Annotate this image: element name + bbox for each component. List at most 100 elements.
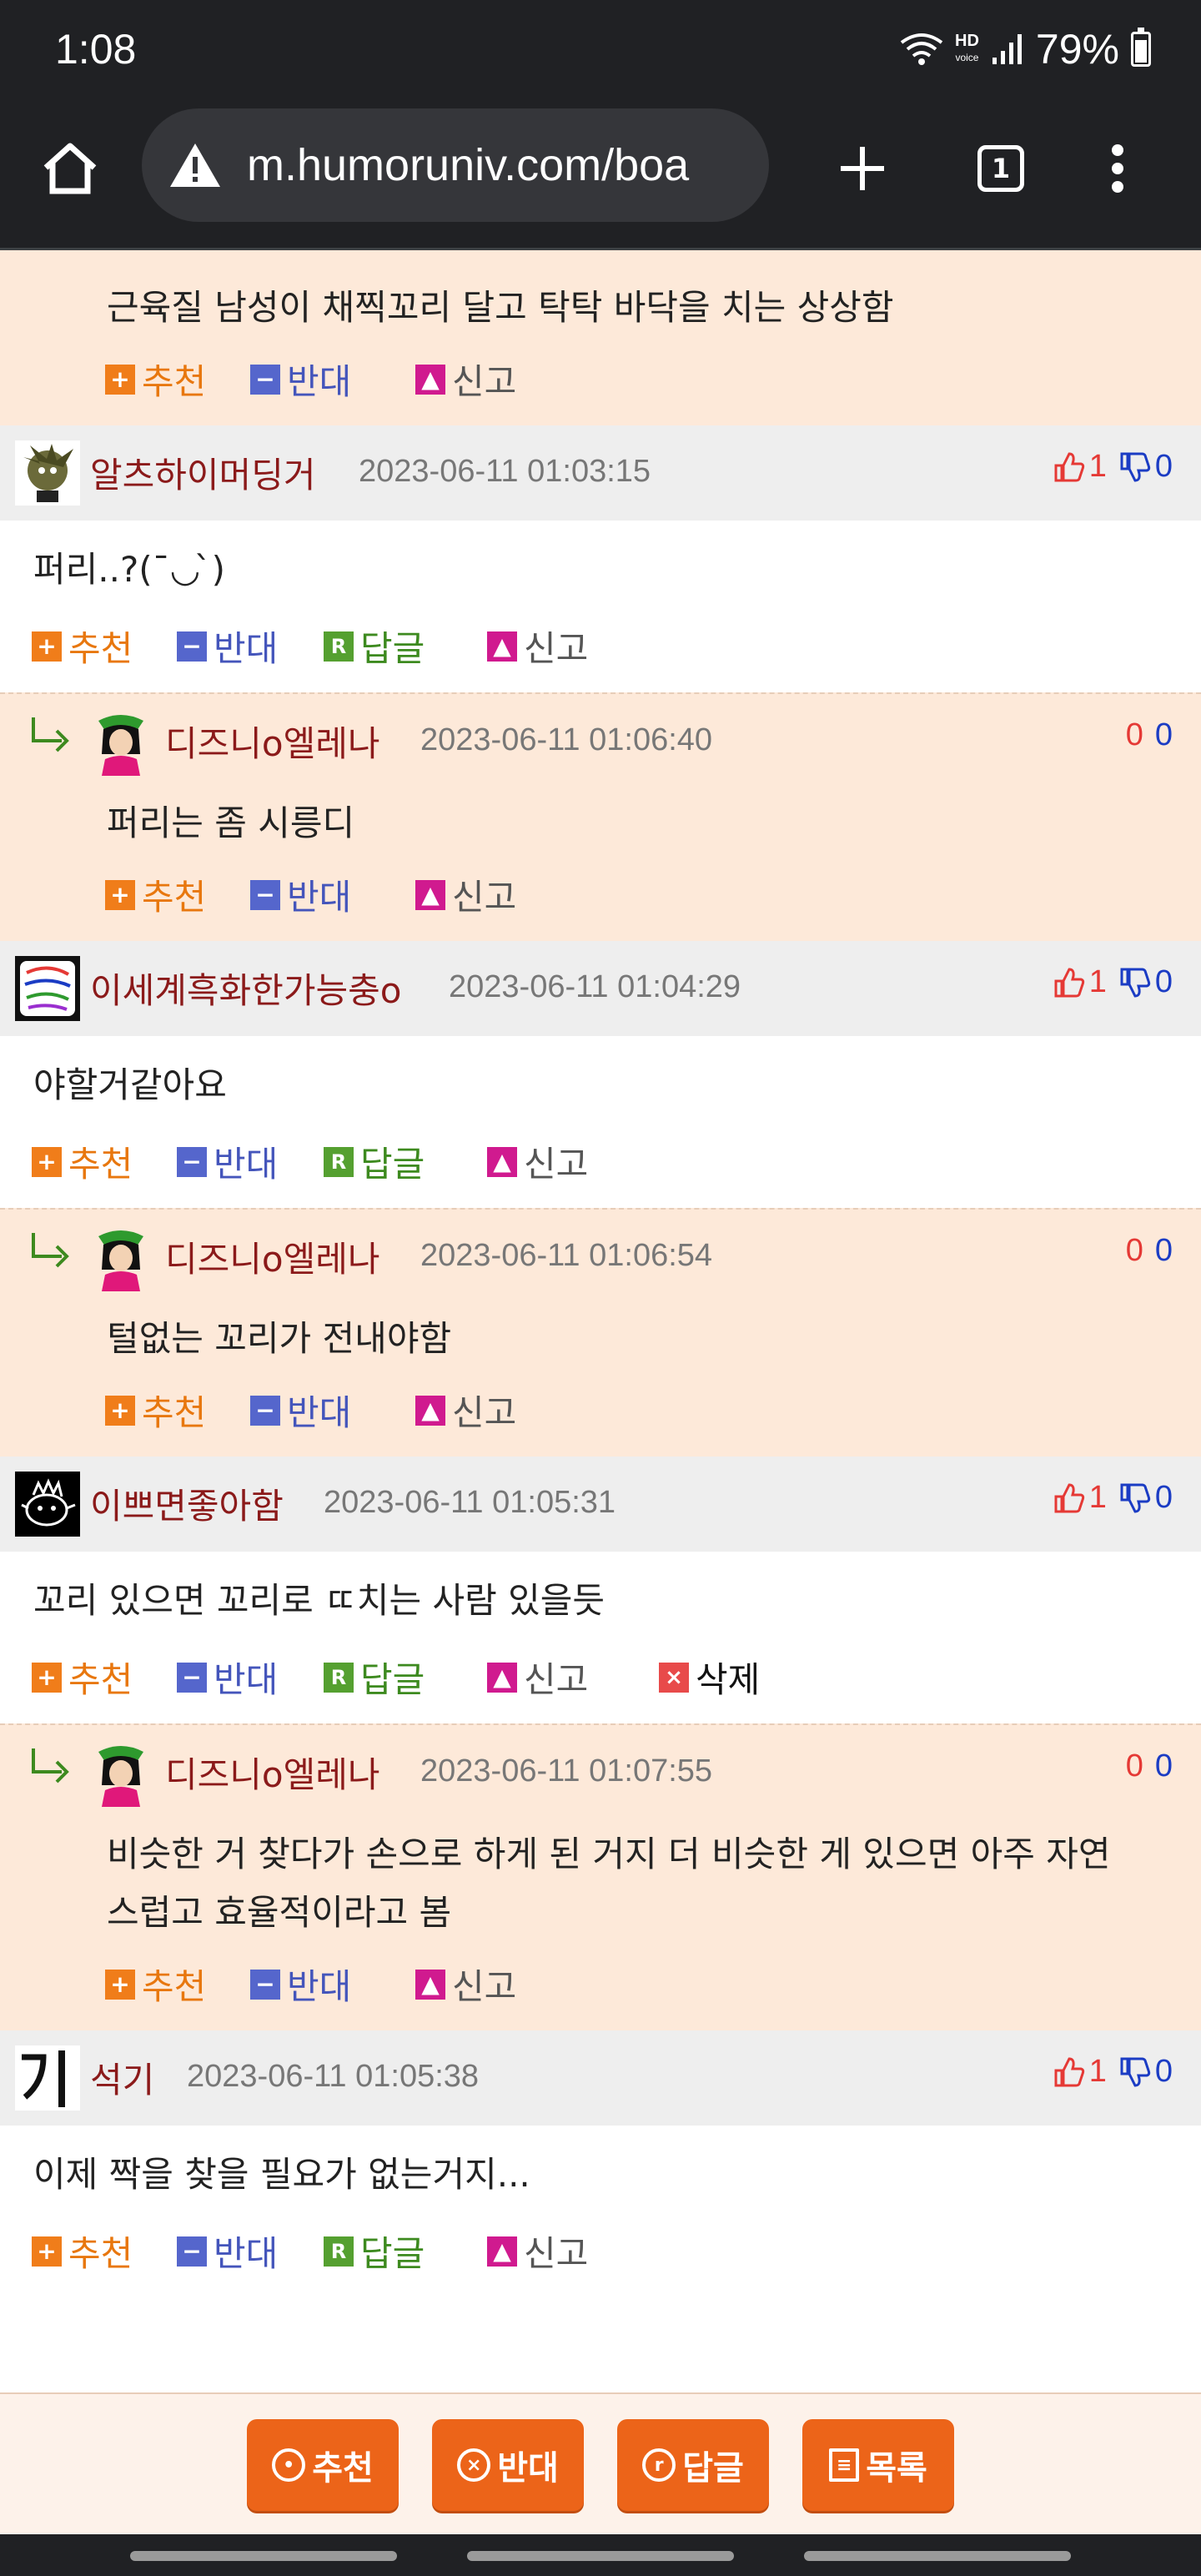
reply-button[interactable]: R 답글 bbox=[324, 1136, 425, 1187]
recommend-button[interactable]: + 추천 bbox=[105, 354, 206, 405]
oppose-button[interactable]: − 반대 bbox=[250, 1959, 351, 2010]
recommend-button[interactable]: + 추천 bbox=[105, 1959, 206, 2010]
avatar[interactable] bbox=[92, 1228, 150, 1291]
comment-date: 2023-06-11 01:03:15 bbox=[359, 454, 651, 489]
comment-item: 알츠하이머딩거 2023-06-11 01:03:15 1 0 퍼리..?(¯◡… bbox=[0, 425, 1201, 692]
recommend-button[interactable]: + 추천 bbox=[32, 1136, 133, 1187]
recommend-button[interactable]: + 추천 bbox=[32, 621, 133, 672]
comment-date: 2023-06-11 01:04:29 bbox=[449, 969, 741, 1004]
reply-label: 답글 bbox=[360, 1659, 425, 1700]
recommend-label: 추천 bbox=[142, 1966, 207, 2007]
avatar[interactable] bbox=[15, 956, 80, 1021]
comment-nickname[interactable]: 이쁘면좋아함 bbox=[90, 1478, 284, 1529]
comment-list: 근육질 남성이 채찍꼬리 달고 탁탁 바닥을 치는 상상함 + 추천 − 반대 ▲ 신… bbox=[0, 250, 1201, 2297]
home-icon bbox=[43, 143, 97, 194]
report-button[interactable]: ▲ 신고 bbox=[487, 2226, 588, 2277]
oppose-button[interactable]: − 반대 bbox=[177, 2226, 278, 2277]
menu-button[interactable] bbox=[1084, 135, 1151, 202]
report-button[interactable]: ▲ 신고 bbox=[487, 1652, 588, 1703]
reply-icon: R bbox=[324, 631, 354, 662]
report-button[interactable]: ▲ 신고 bbox=[487, 621, 588, 672]
oppose-label: 반대 bbox=[287, 877, 352, 918]
oppose-button[interactable]: − 반대 bbox=[177, 1652, 278, 1703]
delete-icon: × bbox=[659, 1662, 689, 1693]
tab-switcher-button[interactable]: 1 bbox=[967, 135, 1034, 202]
bottom-reply-button[interactable]: r 답글 bbox=[617, 2419, 769, 2511]
avatar[interactable] bbox=[15, 1472, 80, 1537]
bottom-list-button[interactable]: ≡ 목록 bbox=[802, 2419, 954, 2511]
reply-nickname[interactable]: 디즈니o엘레나 bbox=[165, 1747, 380, 1798]
upvote-count: 1 bbox=[1088, 449, 1107, 484]
delete-button[interactable]: × 삭제 bbox=[659, 1652, 760, 1703]
avatar[interactable] bbox=[92, 712, 150, 776]
plus-icon: + bbox=[32, 631, 62, 662]
report-button[interactable]: ▲ 신고 bbox=[415, 1385, 516, 1436]
recommend-button[interactable]: + 추천 bbox=[105, 869, 206, 920]
comment-date: 2023-06-11 01:05:38 bbox=[187, 2059, 480, 2094]
status-time: 1:08 bbox=[55, 26, 137, 73]
minus-icon: − bbox=[177, 1662, 207, 1693]
vote-counts: 0 0 bbox=[1126, 717, 1173, 753]
oppose-button[interactable]: − 반대 bbox=[250, 354, 351, 405]
report-button[interactable]: ▲ 신고 bbox=[415, 869, 516, 920]
bottom-oppose-label: 반대 bbox=[497, 2449, 559, 2488]
reply-actions: + 추천 − 반대 ▲ 신고 bbox=[0, 853, 1201, 941]
reply-header: 디즈니o엘레나 2023-06-11 01:07:55 0 0 bbox=[0, 1725, 1201, 1817]
comment-nickname[interactable]: 석기 bbox=[90, 2052, 154, 2103]
thumbs-up-icon bbox=[1054, 967, 1084, 997]
comment-actions: + 추천 − 반대 R 답글 ▲ 신고 × 삭제 bbox=[0, 1635, 1201, 1723]
recommend-button[interactable]: + 추천 bbox=[105, 1385, 206, 1436]
siren-icon: ▲ bbox=[487, 631, 517, 662]
home-button[interactable] bbox=[37, 135, 103, 202]
report-label: 신고 bbox=[524, 1144, 589, 1185]
reply-label: 답글 bbox=[360, 2233, 425, 2274]
avatar[interactable] bbox=[15, 440, 80, 506]
report-label: 신고 bbox=[452, 1392, 517, 1433]
reply-button[interactable]: R 답글 bbox=[324, 2226, 425, 2277]
reply-arrow-icon bbox=[32, 1748, 69, 1784]
recommend-label: 추천 bbox=[68, 1144, 133, 1185]
bottom-oppose-button[interactable]: × 반대 bbox=[432, 2419, 584, 2511]
comment-text: 퍼리..?(¯◡ ̀) bbox=[0, 521, 1201, 604]
report-button[interactable]: ▲ 신고 bbox=[415, 354, 516, 405]
reply-button[interactable]: R 답글 bbox=[324, 1652, 425, 1703]
vote-counts: 1 0 bbox=[1053, 2054, 1173, 2090]
comment-item: 석기 2023-06-11 01:05:38 1 0 이제 짝을 찾을 필요가 … bbox=[0, 2030, 1201, 2297]
oppose-button[interactable]: − 반대 bbox=[250, 869, 351, 920]
nav-gesture-right[interactable] bbox=[804, 2551, 1071, 2561]
nav-gesture-left[interactable] bbox=[130, 2551, 397, 2561]
report-button[interactable]: ▲ 신고 bbox=[487, 1136, 588, 1187]
report-label: 신고 bbox=[524, 2233, 589, 2274]
comment-actions: + 추천 − 반대 R 답글 ▲ 신고 bbox=[0, 1119, 1201, 1208]
reply-nickname[interactable]: 디즈니o엘레나 bbox=[165, 716, 380, 767]
downvote-count: 0 bbox=[1154, 2054, 1173, 2089]
reply-button[interactable]: R 답글 bbox=[324, 621, 425, 672]
nav-gesture-home[interactable] bbox=[467, 2551, 734, 2561]
reply-arrow-icon bbox=[32, 717, 69, 752]
plus-icon: + bbox=[32, 2236, 62, 2267]
reply-actions: + 추천 − 반대 ▲ 신고 bbox=[0, 1368, 1201, 1457]
comment-nickname[interactable]: 이세계흑화한가능충o bbox=[90, 963, 401, 1014]
recommend-button[interactable]: + 추천 bbox=[32, 1652, 133, 1703]
thumbs-down-icon bbox=[1120, 2057, 1151, 2087]
avatar[interactable] bbox=[15, 2045, 80, 2111]
reply-nickname[interactable]: 디즈니o엘레나 bbox=[165, 1231, 380, 1282]
recommend-button[interactable]: + 추천 bbox=[32, 2226, 133, 2277]
comment-nickname[interactable]: 알츠하이머딩거 bbox=[90, 447, 315, 498]
oppose-button[interactable]: − 반대 bbox=[250, 1385, 351, 1436]
reply-actions: + 추천 − 반대 ▲ 신고 bbox=[0, 1942, 1201, 2030]
avatar[interactable] bbox=[92, 1743, 150, 1807]
bottom-recommend-button[interactable]: • 추천 bbox=[247, 2419, 399, 2511]
minus-icon: − bbox=[250, 879, 280, 910]
reply-icon: R bbox=[324, 2236, 354, 2267]
thumbs-down-icon bbox=[1120, 1483, 1151, 1513]
report-button[interactable]: ▲ 신고 bbox=[415, 1959, 516, 2010]
minus-icon: − bbox=[250, 1969, 280, 2000]
oppose-circle-icon: × bbox=[457, 2448, 491, 2482]
new-tab-button[interactable] bbox=[829, 135, 896, 202]
comment-text: 이제 짝을 찾을 필요가 없는거지... bbox=[0, 2126, 1201, 2209]
url-bar[interactable]: m.humoruniv.com/boa bbox=[142, 108, 769, 222]
oppose-button[interactable]: − 반대 bbox=[177, 621, 278, 672]
oppose-button[interactable]: − 반대 bbox=[177, 1136, 278, 1187]
bottom-recommend-label: 추천 bbox=[312, 2449, 374, 2488]
